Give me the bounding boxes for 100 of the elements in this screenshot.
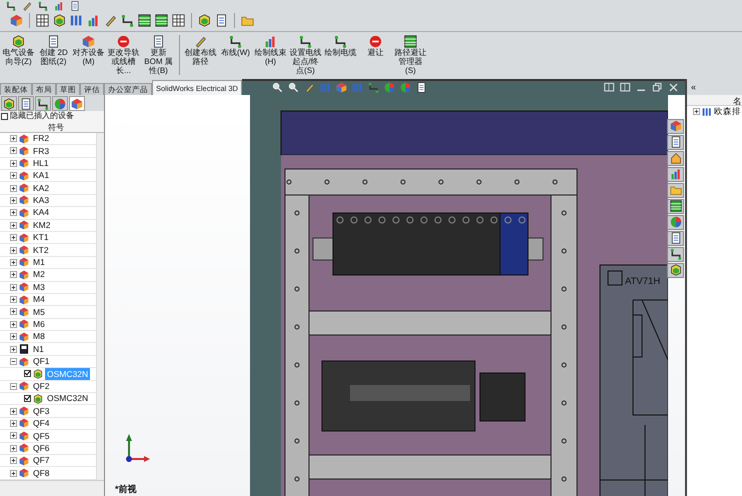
ribbon-button[interactable]: 更改导轨或线槽长... [107,34,140,79]
part-icon[interactable] [53,14,66,28]
expand-icon[interactable] [10,258,17,266]
ribbon-button[interactable]: 创建 2D 图纸(2) [37,34,70,79]
table-icon[interactable] [138,14,151,28]
expand-icon[interactable] [10,296,17,304]
part-icon[interactable] [3,98,15,110]
tree-item[interactable]: M2 [31,269,47,280]
pie-icon[interactable] [54,98,66,110]
tree-item[interactable]: M3 [31,282,47,293]
tree-item[interactable]: M8 [31,331,47,342]
tree-item[interactable]: KM2 [31,220,52,231]
expand-icon[interactable] [10,172,17,180]
tree-item[interactable]: M1 [31,256,47,268]
wire-icon[interactable] [37,98,49,110]
doc-icon[interactable] [416,82,427,94]
tree-item[interactable]: KT1 [31,232,51,244]
close-icon[interactable] [668,82,679,94]
checkbox[interactable] [24,370,31,378]
chart-icon[interactable] [54,0,64,11]
tree-item[interactable]: M6 [31,318,47,330]
cube-icon[interactable] [336,82,347,94]
expand-icon[interactable] [10,135,17,142]
grid-icon[interactable] [36,14,49,28]
expand-icon[interactable] [10,271,17,278]
part-icon[interactable] [198,14,211,28]
tree-item[interactable]: OSMC32N [45,393,90,404]
ribbon-button[interactable]: 电气设备向导(Z) [2,34,35,79]
ribbon-button[interactable]: 创建布线路径 [184,34,217,79]
collapse-icon[interactable] [10,358,17,366]
tree-item[interactable]: KT2 [31,244,51,256]
tree-item[interactable]: M5 [31,306,47,318]
doc-icon[interactable] [670,232,682,244]
wire-icon[interactable] [6,0,16,11]
ribbon-button[interactable]: 绘制线束(H) [254,34,287,79]
cube-icon[interactable] [71,98,83,110]
part-icon[interactable] [670,264,682,276]
expand-icon[interactable] [10,246,17,254]
doc-icon[interactable] [670,136,682,148]
collapse-icon[interactable] [10,382,17,390]
magnifier-icon[interactable] [272,82,283,94]
pencil-icon[interactable] [104,14,117,28]
ribbon-button[interactable]: 路径避让管理器(S) [394,34,427,79]
expand-icon[interactable] [10,457,17,464]
ribbon-button[interactable]: 避让 [359,34,392,79]
bars-icon[interactable] [70,14,83,28]
doc-icon[interactable] [20,98,32,110]
ribbon-button[interactable]: 更新 BOM 属性(B) [142,34,175,79]
checkbox[interactable] [24,395,31,402]
expand-icon[interactable] [10,408,17,415]
expand-icon[interactable] [10,209,17,216]
expand-icon[interactable] [10,432,17,440]
ribbon-button[interactable]: 对齐设备(M) [72,34,105,79]
table-icon[interactable] [155,14,168,28]
tree-item[interactable]: N1 [31,343,46,355]
magnifier-icon[interactable] [288,82,299,94]
tree-item[interactable]: QF1 [31,356,52,368]
scrollbar[interactable] [96,132,104,480]
tree-item[interactable]: M4 [31,294,47,306]
tree-item[interactable]: QF2 [31,380,52,392]
chart-icon[interactable] [87,14,100,28]
expand-icon[interactable] [10,184,17,192]
scrollbar[interactable] [0,480,104,496]
expand-icon[interactable] [10,284,17,291]
wire-icon[interactable] [368,82,379,94]
expand-icon[interactable] [10,308,17,316]
tree-item[interactable]: QF7 [31,454,52,466]
expand-icon[interactable] [10,444,17,452]
expand-icon[interactable] [10,346,17,353]
pencil-icon[interactable] [22,0,32,11]
ribbon-button[interactable]: 绘制电缆 [324,34,357,79]
folder-icon[interactable] [241,14,254,28]
expand-icon[interactable] [10,147,17,154]
table-icon[interactable] [670,200,682,212]
expand-icon[interactable] [693,108,700,116]
wire-icon[interactable] [121,14,134,28]
tree-item[interactable]: FR2 [31,132,52,144]
grid-icon[interactable] [172,14,185,28]
expand-icon[interactable] [10,160,17,167]
expand-icon[interactable] [10,196,17,204]
panel-icon[interactable] [604,82,615,94]
ribbon-button[interactable]: 设置电线起点/终点(S) [289,34,322,79]
tree-item[interactable]: KA3 [31,194,52,206]
expand-icon[interactable] [10,420,17,427]
chart-icon[interactable] [670,168,682,180]
expand-icon[interactable] [10,470,17,477]
tree-item[interactable]: QF3 [31,405,52,417]
tree-item[interactable]: QF6 [31,442,52,454]
tree-item[interactable]: QF8 [31,467,52,479]
expand-icon[interactable] [10,320,17,328]
restore-icon[interactable] [652,82,663,94]
checkbox[interactable] [1,112,8,120]
tree-item[interactable]: KA1 [31,170,52,182]
wire-icon[interactable] [38,0,48,11]
tree-item[interactable]: QF4 [31,418,52,430]
ribbon-button[interactable]: 布线(W) [219,34,252,79]
expand-icon[interactable] [10,222,17,229]
tree-item[interactable]: HL1 [31,158,51,169]
tree-item[interactable]: 欧森排 [714,105,741,118]
doc-icon[interactable] [215,14,228,28]
